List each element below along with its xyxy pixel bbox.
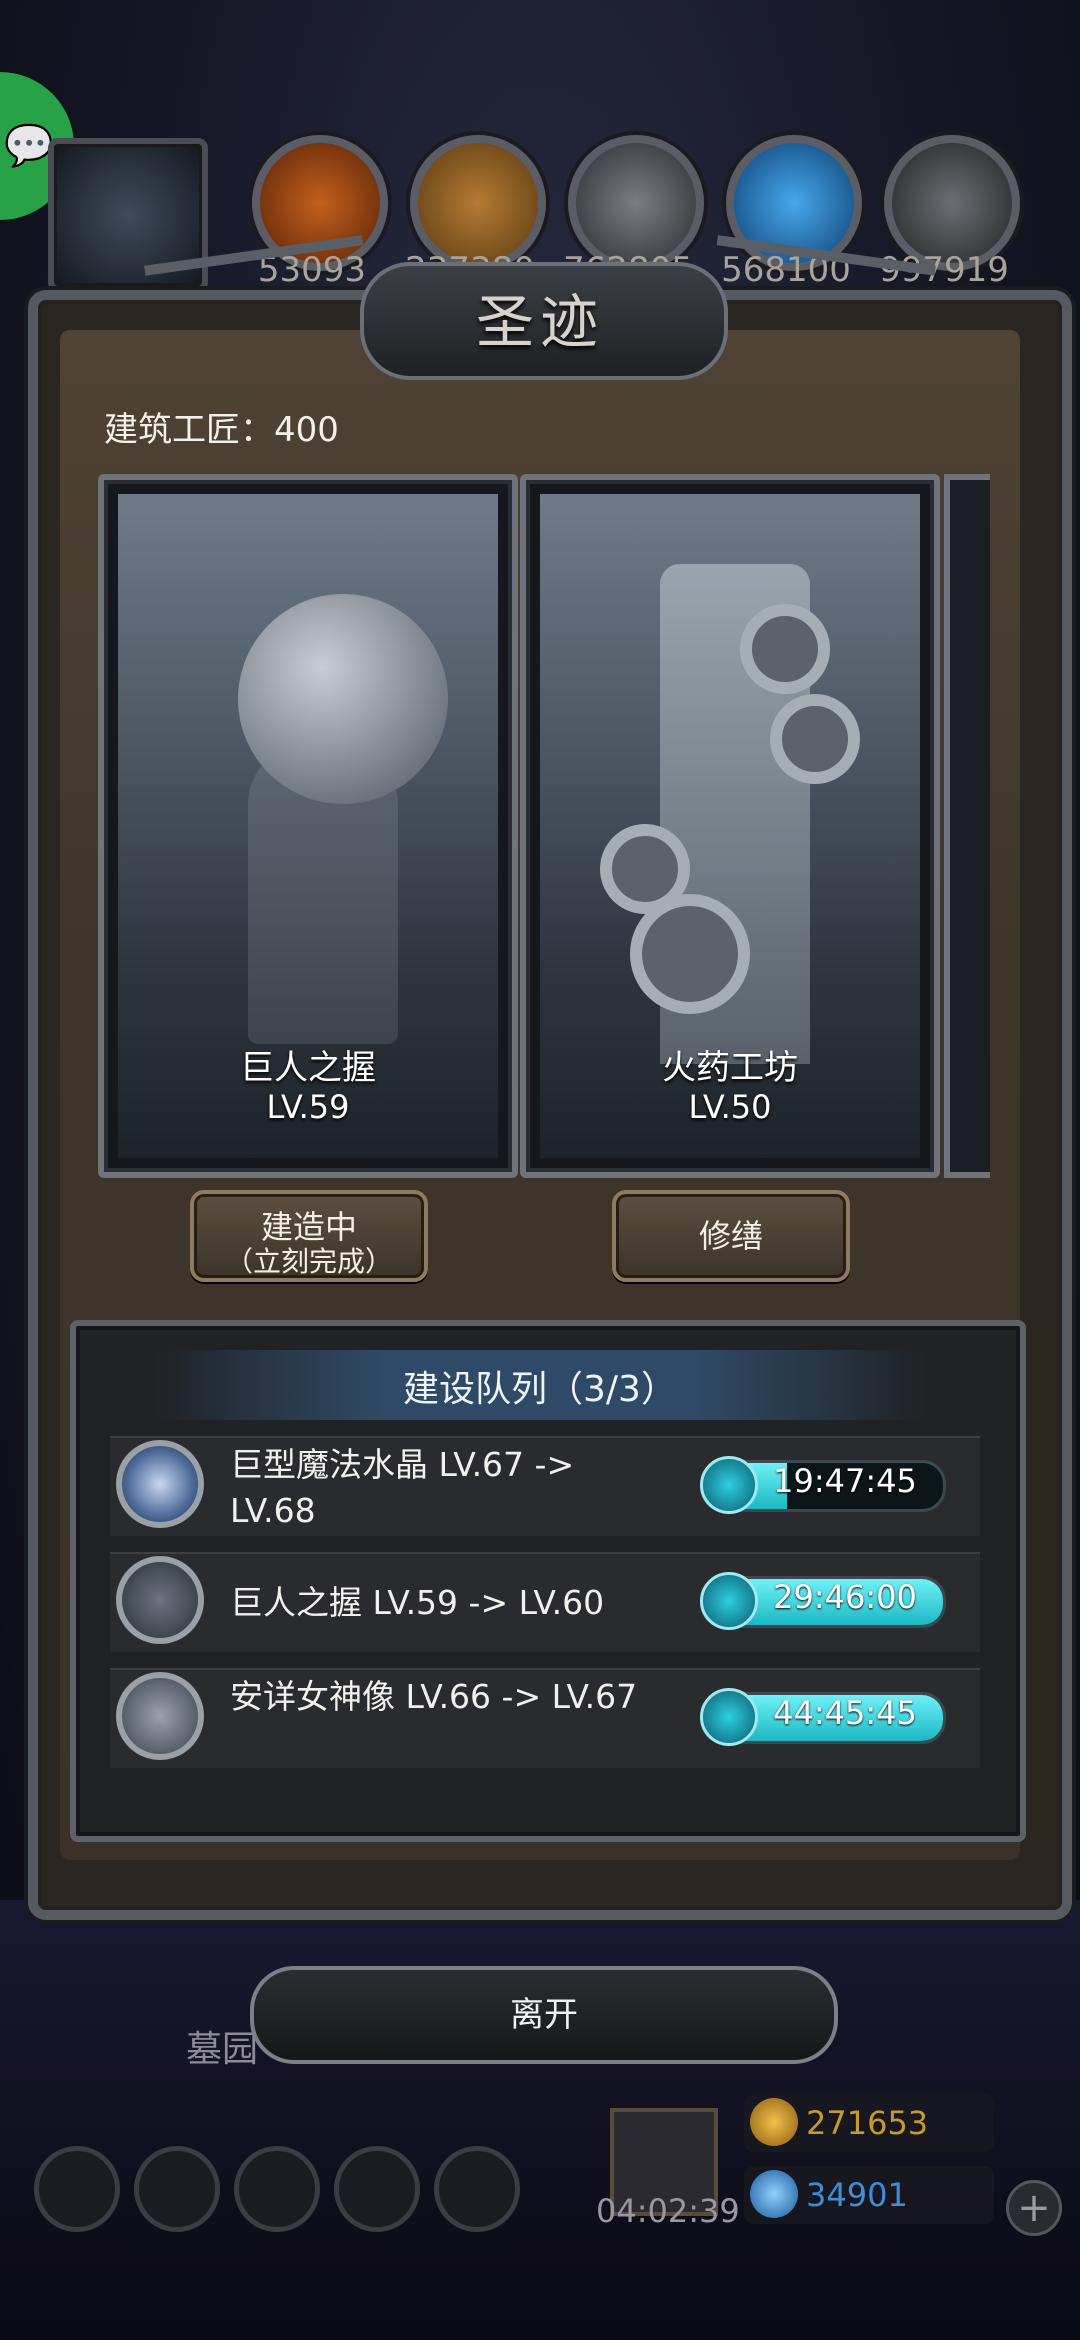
building-level: LV.59 — [266, 1088, 350, 1126]
panel-title: 圣迹 — [475, 288, 604, 356]
building-card-giant-grip[interactable]: 巨人之握 LV.59 — [98, 474, 518, 1178]
alliance-icon[interactable] — [434, 2146, 520, 2232]
gift-countdown: 04:02:39 — [596, 2192, 740, 2230]
countdown-timer: 29:46:00 — [773, 1578, 917, 1616]
queue-title: 建设队列（3/3） — [403, 1369, 677, 1410]
gem-amount: 34901 — [806, 2176, 908, 2214]
queue-row[interactable]: 巨人之握 LV.59 -> LV.60 29:46:00 — [110, 1552, 980, 1652]
queue-row[interactable]: 安详女神像 LV.66 -> LV.67 44:45:45 — [110, 1668, 980, 1768]
queue-item-text: 安详女神像 LV.66 -> LV.67 — [230, 1677, 638, 1716]
leave-button[interactable]: 离开 — [250, 1966, 838, 2064]
mail-icon[interactable] — [334, 2146, 420, 2232]
gold-coin-icon — [750, 2098, 798, 2146]
giant-grip-icon — [116, 1556, 204, 1644]
countdown-timer: 19:47:45 — [773, 1462, 917, 1500]
hero-icon[interactable] — [134, 2146, 220, 2232]
chat-icon: 💬 — [4, 123, 54, 169]
building-level: LV.50 — [688, 1088, 772, 1126]
building-name: 巨人之握 — [240, 1048, 376, 1088]
gem-icon — [750, 2170, 798, 2218]
queue-row[interactable]: 巨型魔法水晶 LV.67 -> LV.68 19:47:45 — [110, 1436, 980, 1536]
next-building-card-peek[interactable] — [944, 474, 990, 1178]
graveyard-label: 墓园 — [186, 2029, 259, 2070]
queue-item-text: 巨人之握 LV.59 -> LV.60 — [230, 1583, 605, 1622]
moon-orb-art — [238, 594, 448, 804]
gold-counter[interactable]: 271653 — [744, 2094, 994, 2152]
finish-now-button[interactable]: 建造中 （立刻完成） — [190, 1190, 428, 1282]
finish-now-label: （立刻完成） — [224, 1245, 393, 1278]
countdown-timer: 44:45:45 — [773, 1694, 917, 1732]
gear-art — [770, 694, 860, 784]
building-name: 火药工坊 — [662, 1048, 798, 1088]
settings-icon[interactable] — [34, 2146, 120, 2232]
builder-count: 建筑工匠：400 — [104, 410, 339, 450]
goddess-statue-icon — [116, 1672, 204, 1760]
gear-art — [630, 894, 750, 1014]
gold-amount: 271653 — [806, 2104, 929, 2142]
gem-counter[interactable]: 34901 — [744, 2166, 994, 2224]
add-currency-button[interactable]: + — [1006, 2180, 1062, 2236]
repair-button[interactable]: 修缮 — [612, 1190, 850, 1282]
magic-crystal-icon — [116, 1440, 204, 1528]
queue-item-text: 巨型魔法水晶 LV.67 -> LV.68 — [230, 1445, 575, 1530]
gear-art — [740, 604, 830, 694]
shop-icon[interactable] — [234, 2146, 320, 2232]
building-card-gunpowder-workshop[interactable]: 火药工坊 LV.50 — [520, 474, 940, 1178]
